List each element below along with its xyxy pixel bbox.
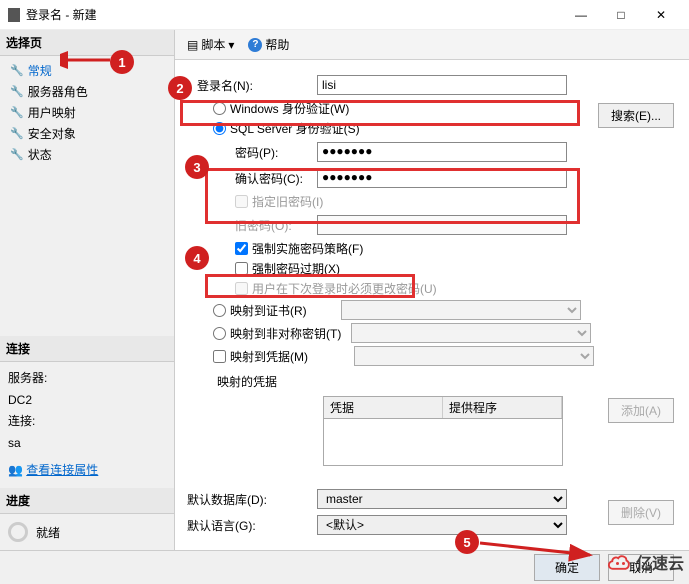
view-conn-props-link[interactable]: 查看连接属性 (26, 463, 98, 477)
annotation-2: 2 (168, 76, 192, 100)
user-icon: 👥 (8, 463, 26, 477)
default-lang-select[interactable]: <默认> (317, 515, 567, 535)
right-panel: ▤ 脚本 ▾ ? 帮助 登录名(N): 搜索(E)... Windows 身份验… (175, 30, 689, 550)
mapped-creds-label: 映射的凭据 (187, 373, 317, 390)
map-asym-label: 映射到非对称密钥(T) (230, 325, 341, 342)
cred-col-credential: 凭据 (324, 397, 443, 418)
old-password-input (317, 215, 567, 235)
default-db-select[interactable]: master (317, 489, 567, 509)
map-cert-radio[interactable] (213, 304, 226, 317)
cred-col-provider: 提供程序 (443, 397, 562, 418)
old-pwd-field-label: 旧密码(O): (187, 217, 317, 234)
window-title: 登录名 - 新建 (26, 6, 561, 23)
asym-combo (351, 323, 591, 343)
map-cred-label: 映射到凭据(M) (230, 348, 308, 365)
ok-button[interactable]: 确定 (534, 554, 600, 581)
map-asym-radio[interactable] (213, 327, 226, 340)
windows-auth-radio[interactable] (213, 102, 226, 115)
wrench-icon: 🔧 (10, 127, 24, 140)
nav-user-mapping[interactable]: 🔧用户映射 (6, 102, 168, 123)
script-icon: ▤ (187, 38, 198, 52)
wrench-icon: 🔧 (10, 148, 24, 161)
enforce-expire-checkbox[interactable] (235, 262, 248, 275)
enforce-policy-label: 强制实施密码策略(F) (252, 240, 363, 257)
nav-status[interactable]: 🔧状态 (6, 144, 168, 165)
server-label: 服务器: (8, 368, 166, 390)
add-button[interactable]: 添加(A) (608, 398, 674, 423)
cloud-icon (604, 552, 634, 572)
watermark-text: 亿速云 (636, 550, 684, 574)
help-icon: ? (248, 38, 262, 52)
nav-securables[interactable]: 🔧安全对象 (6, 123, 168, 144)
left-panel: 选择页 🔧常规 🔧服务器角色 🔧用户映射 🔧安全对象 🔧状态 连接 服务器: D… (0, 30, 175, 550)
window-icon (8, 8, 20, 22)
select-page-header: 选择页 (0, 30, 174, 56)
sql-auth-label: SQL Server 身份验证(S) (230, 120, 360, 137)
cred-combo (354, 346, 594, 366)
map-cert-label: 映射到证书(R) (230, 302, 307, 319)
map-cred-checkbox[interactable] (213, 350, 226, 363)
close-button[interactable]: ✕ (641, 1, 681, 29)
login-name-label: 登录名(N): (187, 77, 317, 94)
server-value: DC2 (8, 390, 166, 412)
progress-header: 进度 (0, 488, 174, 514)
help-button[interactable]: ? 帮助 (244, 34, 293, 55)
annotation-5: 5 (455, 530, 479, 554)
wrench-icon: 🔧 (10, 85, 24, 98)
search-button[interactable]: 搜索(E)... (598, 103, 674, 128)
cert-combo (341, 300, 581, 320)
enforce-expire-label: 强制密码过期(X) (252, 260, 340, 277)
old-password-checkbox (235, 195, 248, 208)
password-label: 密码(P): (187, 144, 317, 161)
old-password-label: 指定旧密码(I) (252, 193, 323, 210)
watermark: 亿速云 (604, 550, 684, 574)
annotation-4: 4 (185, 246, 209, 270)
connection-header: 连接 (0, 336, 174, 362)
toolbar: ▤ 脚本 ▾ ? 帮助 (175, 30, 689, 60)
password-input[interactable] (317, 142, 567, 162)
titlebar: 登录名 - 新建 — □ ✕ (0, 0, 689, 30)
sql-auth-radio[interactable] (213, 122, 226, 135)
minimize-button[interactable]: — (561, 1, 601, 29)
default-db-label: 默认数据库(D): (187, 491, 317, 508)
login-name-input[interactable] (317, 75, 567, 95)
conn-label: 连接: (8, 411, 166, 433)
default-lang-label: 默认语言(G): (187, 517, 317, 534)
nav-server-roles[interactable]: 🔧服务器角色 (6, 81, 168, 102)
nav-general[interactable]: 🔧常规 (6, 60, 168, 81)
wrench-icon: 🔧 (10, 64, 24, 77)
credentials-table: 凭据 提供程序 (323, 396, 563, 466)
windows-auth-label: Windows 身份验证(W) (230, 100, 349, 117)
annotation-1: 1 (110, 50, 134, 74)
script-button[interactable]: ▤ 脚本 ▾ (183, 34, 238, 55)
must-change-checkbox (235, 282, 248, 295)
maximize-button[interactable]: □ (601, 1, 641, 29)
confirm-password-input[interactable] (317, 168, 567, 188)
enforce-policy-checkbox[interactable] (235, 242, 248, 255)
progress-status: 就绪 (36, 524, 60, 541)
spinner-icon (8, 522, 28, 542)
must-change-label: 用户在下次登录时必须更改密码(U) (252, 280, 437, 297)
conn-value: sa (8, 433, 166, 455)
wrench-icon: 🔧 (10, 106, 24, 119)
annotation-3: 3 (185, 155, 209, 179)
dropdown-icon: ▾ (228, 38, 234, 52)
